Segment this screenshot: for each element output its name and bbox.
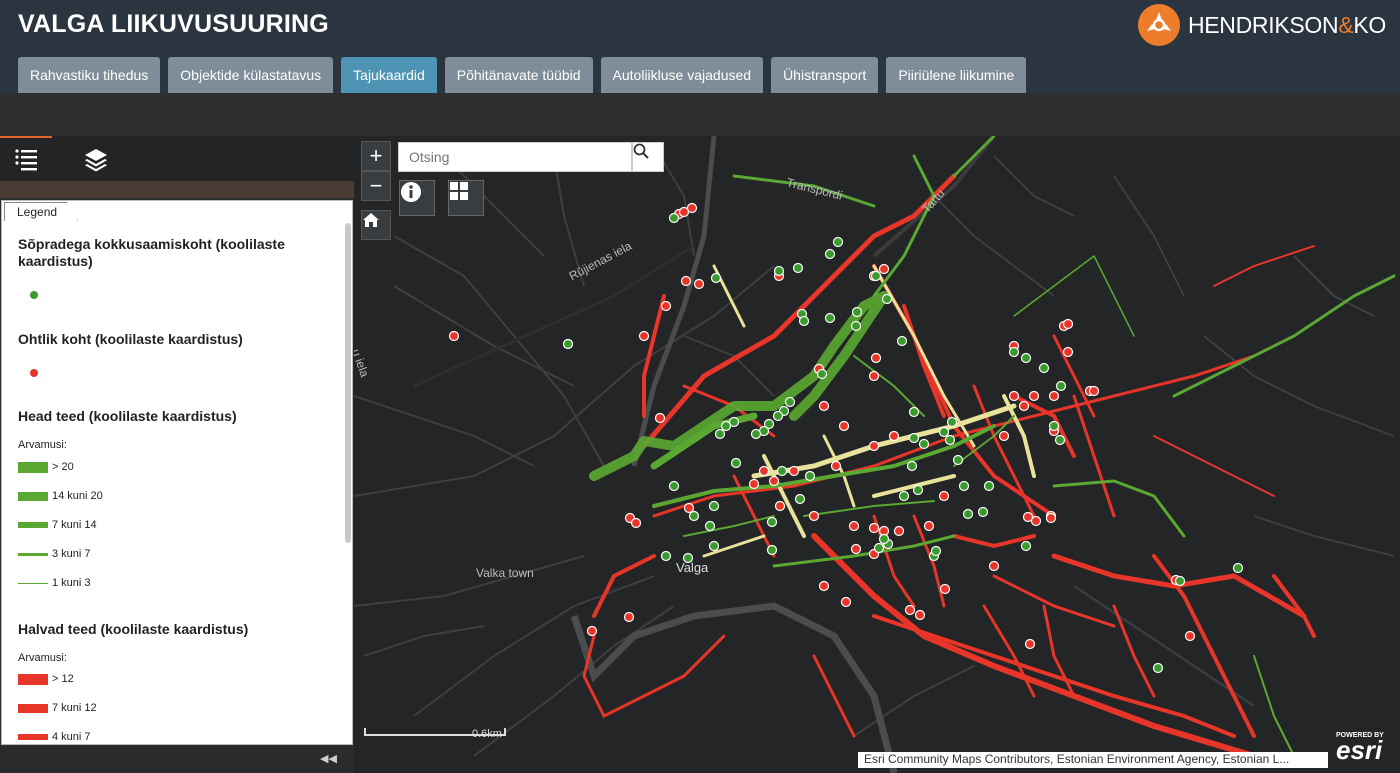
layers-icon[interactable] (83, 146, 109, 172)
search-button[interactable] (632, 142, 664, 172)
legend-subtitle-head: Arvamusi: (18, 439, 67, 451)
tab-rahvastiku-tihedus[interactable]: Rahvastiku tihedus (18, 57, 161, 93)
legend-class-row: > 20 (18, 461, 74, 473)
map-canvas (354, 136, 1396, 773)
brand-emblem-icon (1137, 4, 1180, 46)
panel-tab-bar (0, 136, 354, 181)
esri-logo[interactable]: POWERED BY esri (1336, 732, 1384, 763)
legend-scrollbar[interactable] (345, 223, 351, 543)
info-icon (401, 182, 421, 202)
brand-name: HENDRIKSON&KO (1187, 11, 1386, 38)
home-button[interactable] (361, 210, 391, 240)
theme-tabs: Rahvastiku tihedus Objektide külastatavu… (18, 57, 1027, 93)
app-header: VALGA LIIKUVUSUURING HENDRIKSON&KO Rahva… (0, 0, 1400, 93)
tab-pohitanavate-tuubid[interactable]: Põhitänavate tüübid (444, 57, 593, 93)
map-attribution[interactable]: Esri Community Maps Contributors, Estoni… (858, 752, 1328, 768)
highway (570, 602, 898, 773)
collapse-panel-button[interactable]: ◀◀ (320, 752, 337, 765)
app-title: VALGA LIIKUVUSUURING (18, 10, 329, 38)
legend-content: Sõpradega kokkusaamiskoht (koolilaste ka… (2, 221, 344, 744)
tab-objektide-kulastatavus[interactable]: Objektide külastatavus (168, 57, 334, 93)
tab-autoliikluse-vajadused[interactable]: Autoliikluse vajadused (600, 57, 764, 93)
legend-title-sopradega: Sõpradega kokkusaamiskoht (koolilaste ka… (18, 236, 285, 269)
town-label-valka: Valka town (476, 566, 534, 580)
legend-class-row: 7 kuni 12 (18, 702, 97, 714)
town-label-valga: Valga (676, 560, 709, 575)
sub-toolbar (0, 93, 1400, 136)
legend-subtitle-halvad: Arvamusi: (18, 652, 67, 664)
tab-piiriulene-liikumine[interactable]: Piiriülene liikumine (886, 57, 1027, 93)
legend-widget: Legend Sõpradega kokkusaamiskoht (koolil… (1, 200, 353, 745)
legend-list-icon[interactable] (14, 146, 40, 172)
railway-main (631, 136, 717, 467)
side-panel: Legend Sõpradega kokkusaamiskoht (koolil… (0, 136, 354, 773)
home-icon (363, 213, 379, 227)
tab-uhistransport[interactable]: Ühistransport (771, 57, 879, 93)
legend-tab[interactable]: Legend (4, 202, 79, 221)
bad-roads (582, 173, 1316, 759)
legend-title-ohtlik: Ohtlik koht (koolilaste kaardistus) (18, 331, 243, 347)
search-icon (633, 143, 649, 159)
legend-class-row: 4 kuni 7 (18, 731, 91, 743)
info-button[interactable] (399, 180, 435, 216)
basemap-gallery-button[interactable] (448, 180, 484, 216)
legend-title-halvad-teed: Halvad teed (koolilaste kaardistus) (18, 621, 249, 637)
legend-class-row: 3 kuni 7 (18, 548, 91, 560)
panel-divider (0, 181, 354, 198)
legend-class-row: 1 kuni 3 (18, 577, 91, 589)
legend-class-row: 14 kuni 20 (18, 490, 103, 502)
legend-red-point (30, 369, 38, 377)
legend-class-row: > 12 (18, 673, 74, 685)
scale-label: 0.6km (472, 728, 502, 740)
brand-logo-area[interactable]: HENDRIKSON&KO (1137, 4, 1386, 46)
map-view[interactable]: Transpordi Tartu Rūjienas iela u iela Va… (354, 136, 1400, 773)
search-input[interactable] (398, 142, 632, 172)
legend-title-head-teed: Head teed (koolilaste kaardistus) (18, 408, 237, 424)
tab-tajukaardid[interactable]: Tajukaardid (341, 57, 437, 93)
zoom-out-button[interactable]: − (361, 171, 391, 201)
active-tab-indicator (0, 136, 52, 138)
legend-green-point (30, 291, 38, 299)
legend-class-row: 7 kuni 14 (18, 519, 97, 531)
basemap-gallery-icon (450, 182, 468, 200)
zoom-in-button[interactable]: + (361, 141, 391, 171)
